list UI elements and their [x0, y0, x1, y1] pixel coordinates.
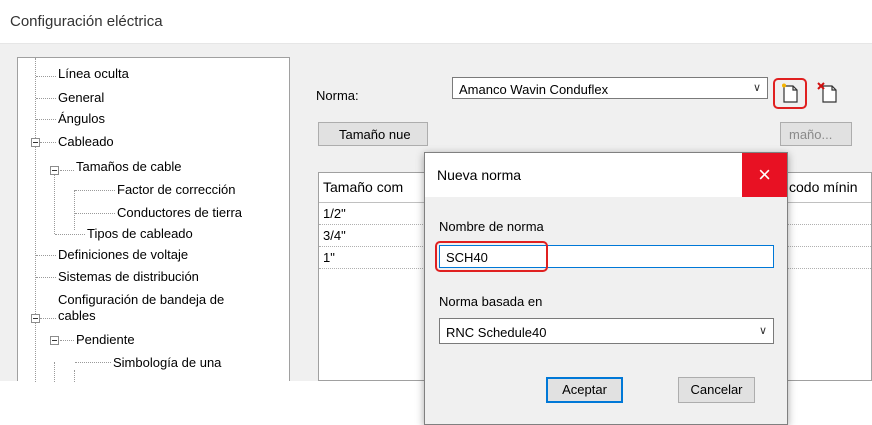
- window-title: Configuración eléctrica: [10, 13, 163, 30]
- table-cell-size: 1/2": [323, 206, 346, 221]
- chevron-down-icon: ∨: [752, 82, 761, 94]
- based-on-label: Norma basada en: [439, 294, 543, 309]
- tree-connector: [36, 76, 56, 77]
- tree-connector: [36, 98, 56, 99]
- tree-collapse-pendiente[interactable]: [50, 336, 59, 345]
- based-on-value: RNC Schedule40: [446, 325, 547, 340]
- table-header-size: Tamaño com: [323, 179, 404, 195]
- tree-item-tipos-cableado[interactable]: Tipos de cableado: [87, 227, 193, 241]
- tree-connector: [36, 119, 56, 120]
- table-cell-size: 3/4": [323, 228, 346, 243]
- name-input-highlight: [435, 241, 548, 272]
- tree-item-linea-oculta[interactable]: Línea oculta: [58, 67, 129, 81]
- delete-norma-button[interactable]: [815, 80, 841, 106]
- modify-size-button[interactable]: maño...: [780, 122, 852, 146]
- tree-item-conductores-tierra[interactable]: Conductores de tierra: [117, 206, 242, 220]
- cancel-label: Cancelar: [690, 382, 743, 397]
- settings-tree[interactable]: Línea oculta General Ángulos Cableado Ta…: [17, 57, 290, 382]
- tree-item-simbologia[interactable]: Simbología de una: [113, 356, 221, 370]
- accept-label: Aceptar: [562, 382, 607, 397]
- tree-connector: [60, 340, 74, 341]
- modify-size-label: maño...: [789, 127, 833, 142]
- tree-connector: [40, 142, 56, 143]
- tree-connector: [60, 170, 74, 171]
- tree-item-general[interactable]: General: [58, 91, 104, 105]
- tree-item-factor-correccion[interactable]: Factor de corrección: [117, 183, 236, 197]
- table-header-min-bend: codo mínin: [789, 179, 858, 195]
- table-cell-size: 1": [323, 250, 335, 265]
- new-document-icon: [782, 83, 798, 103]
- tree-collapse-cableado[interactable]: [31, 138, 40, 147]
- new-size-button[interactable]: Tamaño nue: [318, 122, 428, 146]
- tree-connector: [75, 213, 115, 214]
- window-titlebar: Configuración eléctrica: [0, 0, 872, 44]
- tree-item-cableado[interactable]: Cableado: [58, 135, 114, 149]
- tree-guide-tamanos: [74, 190, 75, 230]
- norma-name-label: Nombre de norma: [439, 219, 544, 234]
- tree-connector: [55, 234, 85, 235]
- tree-connector: [40, 318, 56, 319]
- dialog-title: Nueva norma: [437, 167, 522, 183]
- tree-item-tamanos-cable[interactable]: Tamaños de cable: [76, 160, 182, 174]
- norma-label: Norma:: [316, 88, 359, 103]
- close-icon: ×: [758, 162, 771, 187]
- tree-guide-cableado: [54, 170, 55, 234]
- norma-select[interactable]: Amanco Wavin Conduflex ∨: [452, 77, 768, 99]
- tree-collapse-bandeja[interactable]: [31, 314, 40, 323]
- norma-selected-value: Amanco Wavin Conduflex: [459, 82, 609, 97]
- tree-connector: [36, 255, 56, 256]
- tree-collapse-tamanos[interactable]: [50, 166, 59, 175]
- delete-document-icon: [817, 82, 837, 103]
- tree-item-pendiente[interactable]: Pendiente: [76, 333, 135, 347]
- tree-guide-root: [35, 58, 36, 382]
- new-norma-dialog: Nueva norma × Nombre de norma SCH40 Norm…: [424, 152, 788, 425]
- tree-item-bandeja-cables[interactable]: Configuración de bandeja de: [58, 293, 224, 307]
- new-norma-button[interactable]: [777, 80, 803, 106]
- dialog-close-button[interactable]: ×: [742, 153, 787, 197]
- tree-item-bandeja-cables-cont[interactable]: cables: [58, 309, 96, 323]
- dialog-titlebar: Nueva norma ×: [425, 153, 787, 197]
- chevron-down-icon: ∨: [758, 325, 767, 337]
- tree-connector: [75, 362, 111, 363]
- based-on-select[interactable]: RNC Schedule40 ∨: [439, 318, 774, 344]
- tree-connector: [75, 190, 115, 191]
- tree-guide-pendiente: [74, 370, 75, 382]
- tree-connector: [36, 277, 56, 278]
- tree-item-sistemas-distribucion[interactable]: Sistemas de distribución: [58, 270, 199, 284]
- new-size-label: Tamaño nue: [339, 127, 411, 142]
- main-area: Línea oculta General Ángulos Cableado Ta…: [0, 44, 872, 425]
- tree-guide-bandeja: [54, 362, 55, 382]
- tree-item-angulos[interactable]: Ángulos: [58, 112, 105, 126]
- tree-item-definiciones-voltaje[interactable]: Definiciones de voltaje: [58, 248, 188, 262]
